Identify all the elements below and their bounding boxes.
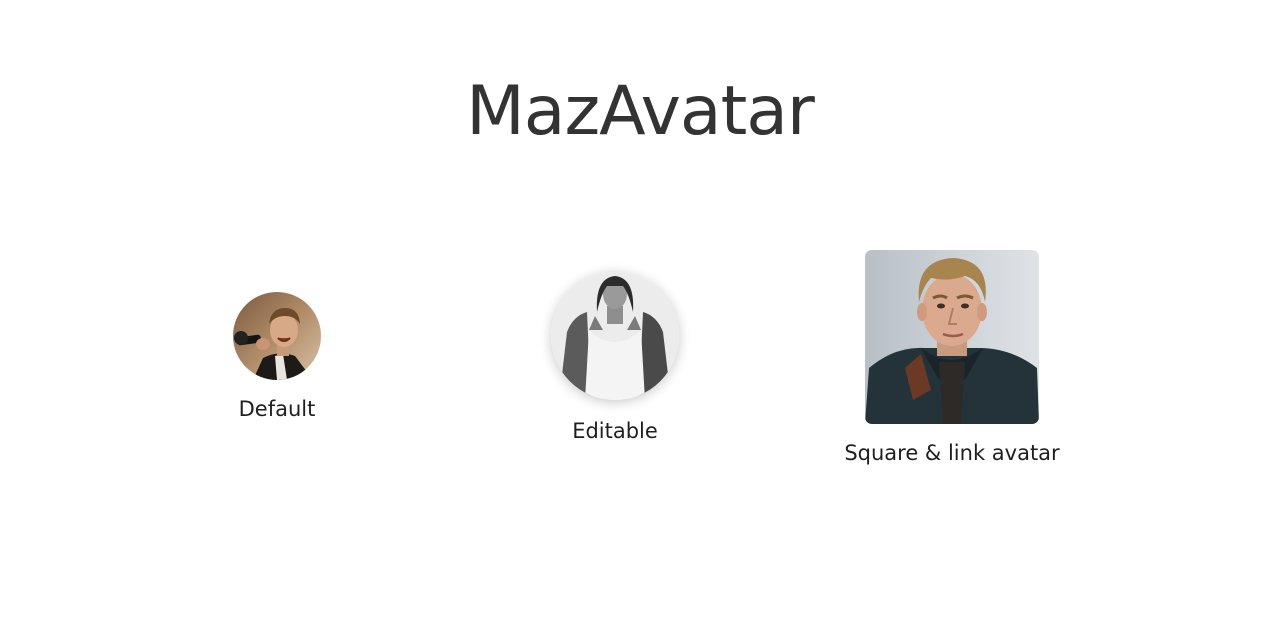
- avatar-editable-block: Editable: [540, 272, 690, 444]
- page-title: MazAvatar: [466, 72, 815, 151]
- avatar-default-block: Default: [217, 292, 337, 422]
- avatar-default: [233, 292, 321, 380]
- page: MazAvatar Default Editable Square & link…: [0, 0, 1280, 640]
- avatar-default-caption: Default: [238, 397, 316, 421]
- avatar-editable[interactable]: [551, 272, 679, 400]
- avatar-square-link[interactable]: [865, 250, 1039, 424]
- avatar-square-photo: [865, 250, 1039, 424]
- avatar-editable-caption: Editable: [572, 419, 658, 443]
- avatar-square-block: Square & link avatar: [844, 250, 1060, 466]
- avatar-default-photo: [233, 292, 321, 380]
- avatar-editable-photo: [551, 272, 679, 400]
- avatar-square-caption: Square & link avatar: [844, 441, 1060, 465]
